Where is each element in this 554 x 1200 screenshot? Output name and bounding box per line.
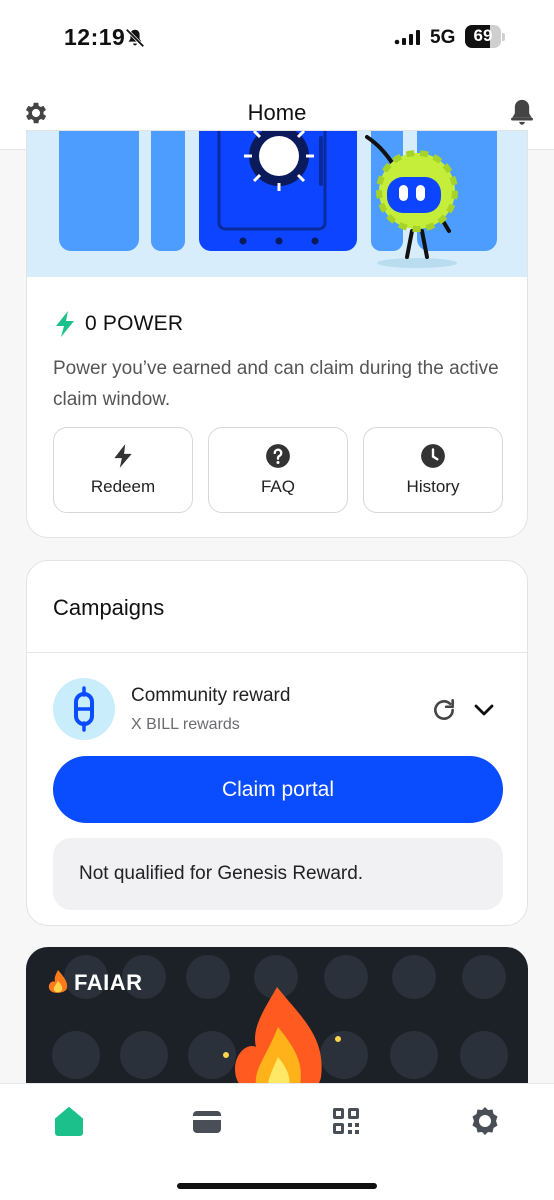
faq-button[interactable]: FAQ [208,427,348,513]
flame-icon [48,970,68,993]
bolt-icon [114,444,132,468]
history-label: History [406,477,460,496]
power-actions: Redeem FAQ History [53,427,503,513]
bill-token-icon [53,678,115,740]
faiar-brand: FAIAR [74,970,143,995]
status-bar: 12:19 5G 69 [0,0,554,75]
claim-portal-button[interactable]: Claim portal [53,756,503,823]
faq-label: FAQ [260,477,295,496]
status-time: 12:19 [64,24,126,50]
qr-icon[interactable] [329,1104,363,1138]
campaigns-title: Campaigns [53,595,165,620]
hero-illustration [27,131,527,277]
signal-icon [394,30,420,45]
battery-indicator: 69 [465,25,505,48]
notification-bell-icon[interactable] [508,97,536,127]
clock-icon [421,444,445,468]
refresh-icon[interactable] [431,697,457,723]
redeem-button[interactable]: Redeem [53,427,193,513]
page-title: Home [247,100,307,125]
bell-muted-icon [125,28,145,48]
home-indicator [177,1183,377,1189]
power-description: Power you’ve earned and can claim during… [53,358,499,410]
redeem-label: Redeem [90,477,156,496]
history-button[interactable]: History [363,427,503,513]
reward-title: Community reward [131,685,291,706]
power-balance: 0 POWER [53,309,183,339]
home-icon[interactable] [52,1104,86,1138]
bolt-icon [56,311,74,337]
network-label: 5G [430,27,456,48]
question-icon [266,444,290,468]
divider [27,652,527,653]
wallet-icon[interactable] [190,1104,224,1138]
power-card: 0 POWER Power you’ve earned and can clai… [26,130,528,538]
settings-icon[interactable] [468,1104,502,1138]
qualification-notice: Not qualified for Genesis Reward. [53,838,503,910]
campaigns-card: Campaigns Community reward X BILL reward… [26,560,528,926]
faiar-logo: FAIAR [46,969,143,997]
chevron-down-icon[interactable] [473,701,495,719]
power-label: 0 POWER [85,312,184,335]
qualification-text: Not qualified for Genesis Reward. [79,863,364,884]
battery-level: 69 [473,26,493,45]
reward-subtitle: X BILL rewards [131,716,240,733]
